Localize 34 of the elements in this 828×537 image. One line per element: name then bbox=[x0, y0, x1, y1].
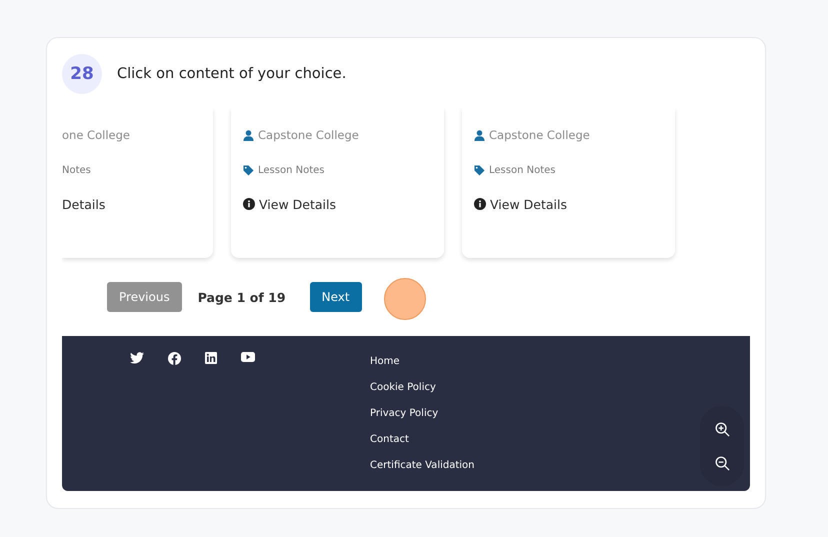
view-details-link[interactable]: View Details bbox=[490, 196, 567, 212]
category-label: Lesson Notes bbox=[489, 164, 556, 176]
college-name: one College bbox=[62, 128, 130, 142]
tag-icon bbox=[474, 164, 485, 176]
course-card[interactable]: Capstone College Lesson Notes View Details bbox=[462, 108, 675, 258]
page-indicator: Page 1 of 19 bbox=[198, 290, 286, 304]
footer-link[interactable]: Privacy Policy bbox=[370, 407, 475, 421]
twitter-icon[interactable] bbox=[130, 352, 144, 364]
college-name: Capstone College bbox=[258, 128, 359, 142]
info-icon bbox=[474, 198, 486, 210]
tag-icon bbox=[243, 164, 254, 176]
click-indicator bbox=[384, 278, 426, 320]
info-icon bbox=[243, 198, 255, 210]
view-details-link[interactable]: Details bbox=[62, 196, 106, 212]
step-number-badge: 28 bbox=[62, 54, 102, 94]
view-details-link[interactable]: View Details bbox=[259, 196, 336, 212]
college-name: Capstone College bbox=[489, 128, 590, 142]
user-icon bbox=[243, 130, 254, 140]
footer-link[interactable]: Cookie Policy bbox=[370, 381, 475, 395]
footer-link[interactable]: Contact bbox=[370, 433, 475, 447]
linkedin-icon[interactable] bbox=[205, 352, 217, 364]
course-card[interactable]: Capstone College Lesson Notes View Details bbox=[231, 108, 444, 258]
category-label: Notes bbox=[62, 164, 91, 176]
footer-link[interactable]: Home bbox=[370, 355, 475, 369]
category-label: Lesson Notes bbox=[258, 164, 324, 176]
footer-link[interactable]: Certificate Validation bbox=[370, 459, 475, 473]
zoom-in-icon[interactable] bbox=[714, 422, 730, 436]
youtube-icon[interactable] bbox=[241, 352, 255, 362]
facebook-icon[interactable] bbox=[168, 352, 181, 365]
step-instruction: Click on content of your choice. bbox=[117, 66, 346, 82]
course-card[interactable]: one College Notes Details bbox=[62, 108, 213, 258]
next-button[interactable]: Next bbox=[310, 282, 362, 312]
zoom-out-icon[interactable] bbox=[714, 456, 730, 470]
user-icon bbox=[474, 130, 485, 140]
